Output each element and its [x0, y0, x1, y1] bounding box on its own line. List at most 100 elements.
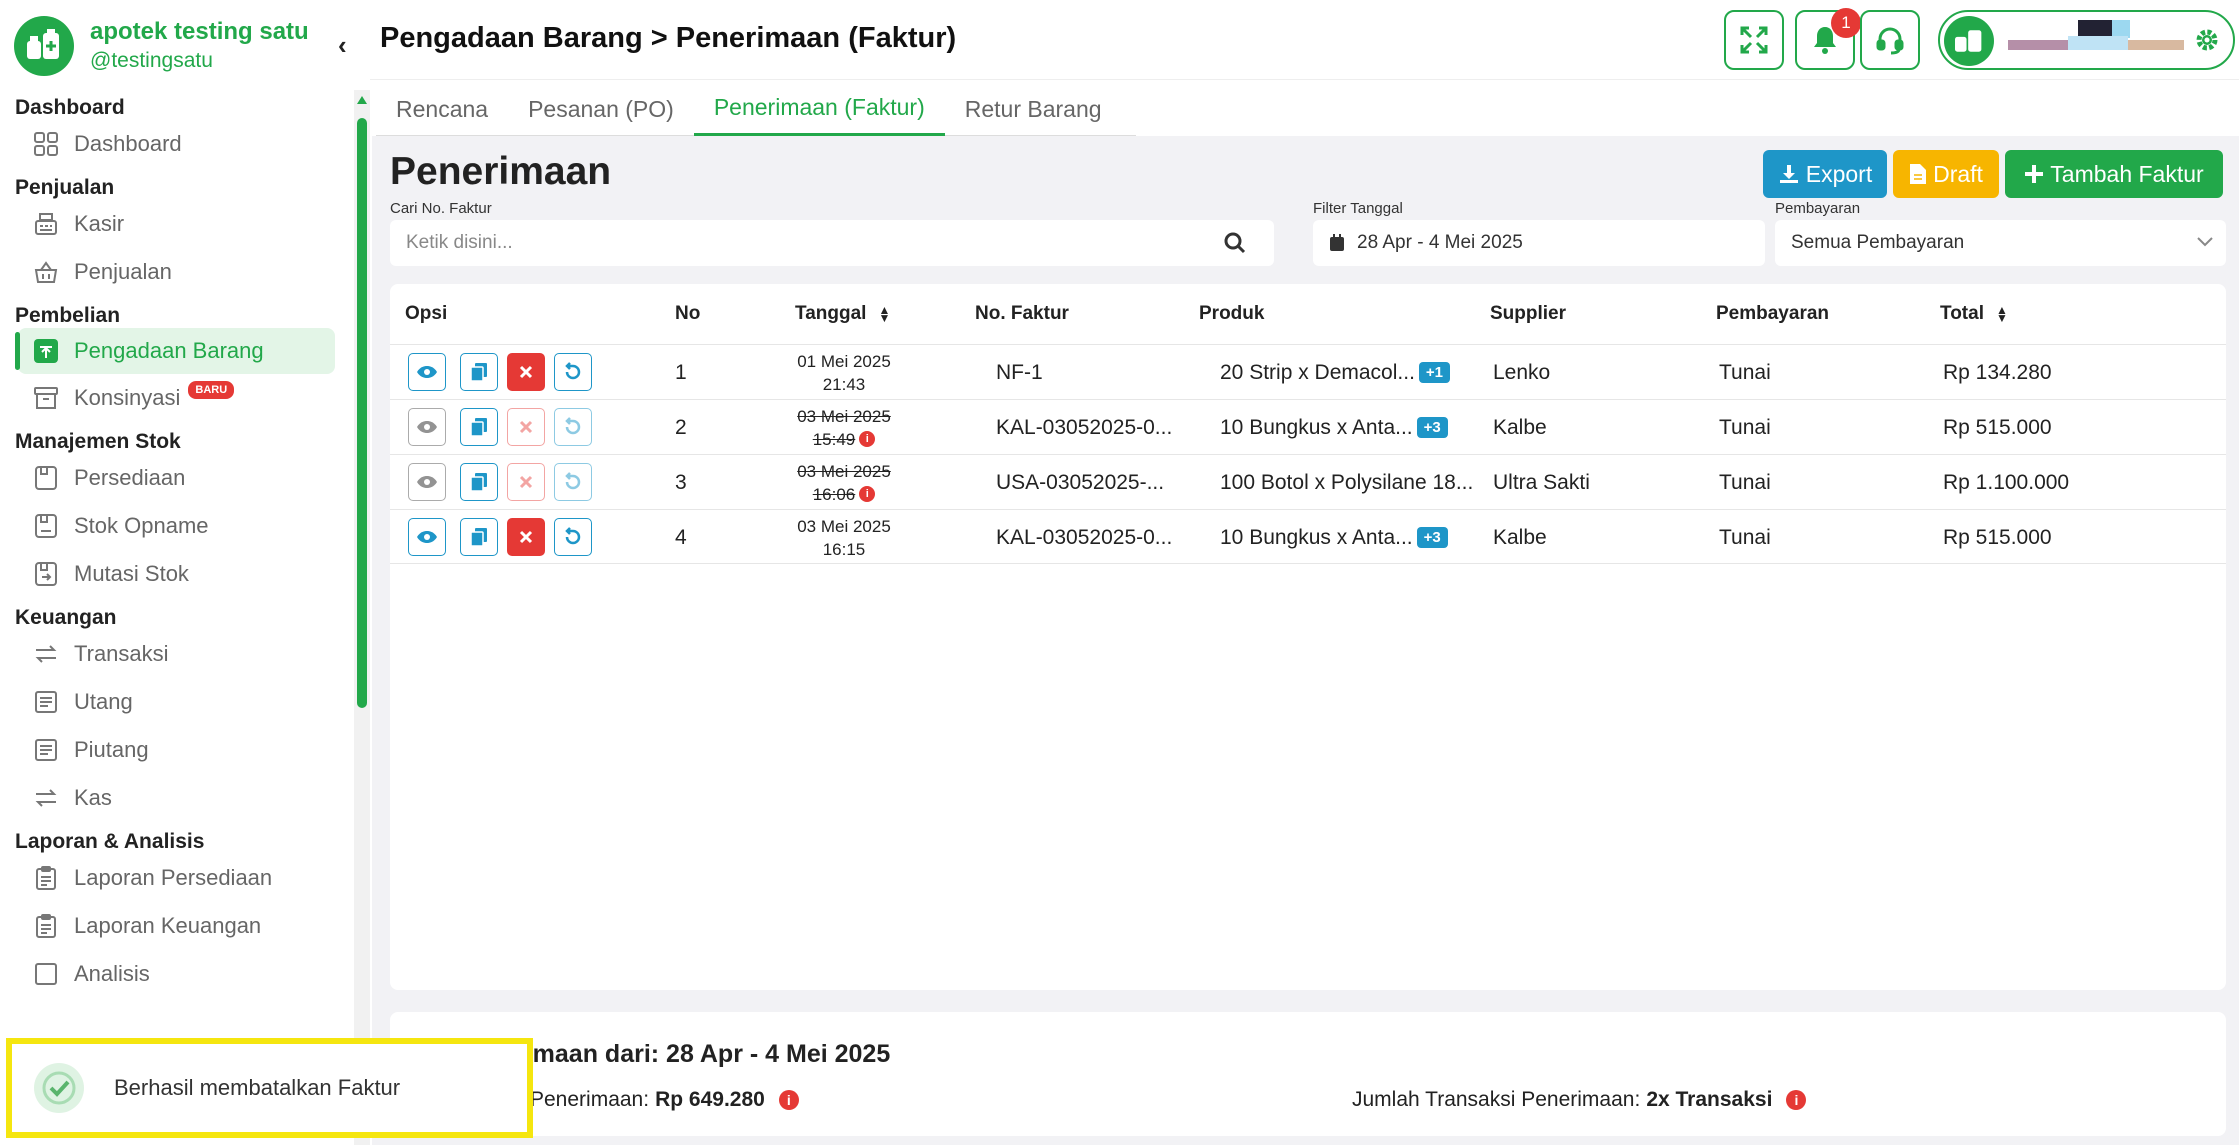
sidebar-item-transaksi[interactable]: Transaksi	[0, 630, 340, 678]
sidebar-section-penjualan: Penjualan	[15, 176, 115, 199]
archive-icon	[32, 384, 60, 412]
sidebar-item-kas[interactable]: Kas	[0, 774, 340, 822]
summary-count-value: 2x Transaksi	[1646, 1088, 1773, 1111]
summary-title: rimaan dari: 28 Apr - 4 Mei 2025	[516, 1040, 891, 1068]
sidebar-item-persediaan[interactable]: Persediaan	[0, 454, 340, 502]
more-products-badge[interactable]: +3	[1416, 417, 1448, 438]
collapse-sidebar-chevron-icon[interactable]: ‹	[338, 30, 347, 61]
search-input[interactable]: Ketik disini...	[390, 220, 1274, 266]
col-header-total[interactable]: Total ▲ ▼	[1940, 284, 2008, 344]
view-button[interactable]	[408, 518, 446, 556]
payment-filter-select[interactable]: Semua Pembayaran	[1775, 220, 2226, 266]
view-button[interactable]	[408, 408, 446, 446]
tab-pesanan-po[interactable]: Pesanan (PO)	[508, 82, 694, 136]
notifications-button[interactable]: 1	[1795, 8, 1861, 70]
sidebar-item-pengadaan-barang[interactable]: Pengadaan Barang	[15, 328, 335, 374]
sidebar-item-dashboard[interactable]: Dashboard	[0, 120, 340, 168]
sidebar-item-laporan-keuangan[interactable]: Laporan Keuangan	[0, 902, 340, 950]
copy-button[interactable]	[460, 518, 498, 556]
sidebar-scrollbar[interactable]	[354, 90, 370, 1145]
sidebar-item-utang[interactable]: Utang	[0, 678, 340, 726]
view-button[interactable]	[408, 463, 446, 501]
return-button[interactable]	[554, 353, 592, 391]
view-button[interactable]	[408, 353, 446, 391]
sidebar-item-label: Konsinyasi	[74, 385, 181, 410]
sidebar-section-manajemen-stok: Manajemen Stok	[15, 430, 181, 453]
copy-button[interactable]	[460, 408, 498, 446]
tab-rencana[interactable]: Rencana	[376, 82, 508, 136]
time-text: 21:43	[822, 374, 866, 394]
calendar-icon	[1330, 234, 1344, 251]
time-text: 16:06	[812, 484, 856, 504]
col-header-tanggal-label: Tanggal	[795, 303, 867, 324]
sidebar-item-laporan-persediaan[interactable]: Laporan Persediaan	[0, 854, 340, 902]
cell-no: 2	[675, 415, 687, 439]
scrollbar-thumb[interactable]	[357, 118, 367, 708]
sidebar-item-stok-opname[interactable]: Stok Opname	[0, 502, 340, 550]
sidebar-item-kasir[interactable]: Kasir	[0, 200, 340, 248]
scroll-up-arrow-icon[interactable]	[357, 96, 367, 104]
tab-retur-barang[interactable]: Retur Barang	[945, 82, 1122, 136]
pharmacy-logo-icon	[14, 16, 74, 76]
sidebar-section-pembelian: Pembelian	[15, 304, 121, 327]
sidebar-item-analisis[interactable]: Analisis	[0, 950, 340, 998]
product-text: 20 Strip x Demacol...	[1220, 360, 1415, 384]
sidebar-item-mutasi-stok[interactable]: Mutasi Stok	[0, 550, 340, 598]
copy-button[interactable]	[460, 353, 498, 391]
copy-icon	[471, 418, 487, 436]
col-header-tanggal[interactable]: Tanggal ▲ ▼	[795, 284, 890, 344]
info-icon[interactable]: i	[859, 486, 876, 502]
table-row: 3 03 Mei 2025 16:06 i USA-03052025-... 100…	[390, 454, 2226, 509]
info-icon[interactable]: i	[1786, 1090, 1807, 1110]
cell-product: 20 Strip x Demacol... +1	[1220, 345, 1451, 400]
payment-filter-label: Pembayaran	[1775, 200, 1861, 217]
eye-icon	[417, 476, 437, 488]
export-button[interactable]: Export	[1763, 150, 1887, 198]
product-text: 10 Bungkus x Anta...	[1220, 525, 1413, 549]
top-header: Pengadaan Barang > Penerimaan (Faktur) 1	[370, 0, 2239, 80]
cell-supplier: Ultra Sakti	[1493, 470, 1590, 494]
copy-icon	[471, 528, 487, 546]
support-button[interactable]	[1860, 10, 1920, 70]
tab-penerimaan-faktur[interactable]: Penerimaan (Faktur)	[693, 82, 945, 136]
sidebar-item-label: Analisis	[74, 961, 150, 986]
add-invoice-button[interactable]: Tambah Faktur	[2005, 150, 2223, 198]
sidebar-item-label: Kas	[74, 785, 112, 810]
sidebar-item-piutang[interactable]: Piutang	[0, 726, 340, 774]
gear-icon[interactable]	[2195, 28, 2219, 52]
return-button-disabled	[554, 408, 592, 446]
tab-bar: Rencana Pesanan (PO) Penerimaan (Faktur)…	[376, 82, 1136, 136]
copy-button[interactable]	[460, 463, 498, 501]
eye-icon	[417, 531, 437, 543]
more-products-badge[interactable]: +3	[1416, 527, 1448, 548]
search-icon[interactable]	[1224, 232, 1246, 254]
breadcrumb: Pengadaan Barang > Penerimaan (Faktur)	[380, 22, 957, 54]
product-text: 100 Botol x Polysilane 18...	[1220, 470, 1474, 494]
undo-icon	[565, 472, 581, 490]
info-icon[interactable]: i	[778, 1090, 799, 1110]
cell-total: Rp 515.000	[1943, 525, 2052, 549]
cell-payment: Tunai	[1719, 415, 1771, 439]
more-products-badge[interactable]: +1	[1418, 362, 1451, 383]
table-row: 1 01 Mei 2025 21:43 NF-1 20 Strip x Demac…	[390, 344, 2226, 399]
sidebar-item-label: Dashboard	[74, 131, 182, 156]
fullscreen-button[interactable]	[1724, 10, 1784, 70]
info-icon[interactable]: i	[859, 431, 876, 447]
sidebar: apotek testing satu @testingsatu ‹ Dashb…	[0, 0, 352, 1145]
sidebar-item-label: Kasir	[74, 211, 125, 236]
date-filter-field[interactable]: 28 Apr - 4 Mei 2025	[1313, 220, 1765, 266]
return-button-disabled	[554, 463, 592, 501]
sidebar-item-penjualan[interactable]: Penjualan	[0, 248, 340, 296]
sidebar-item-konsinyasi[interactable]: Konsinyasi BARU	[0, 374, 340, 422]
cancel-invoice-button[interactable]	[507, 353, 545, 391]
profile-menu[interactable]	[1938, 10, 2235, 70]
return-button[interactable]	[554, 518, 592, 556]
summary-total: Penerimaan: Rp 649.280 i	[530, 1088, 799, 1112]
draft-button[interactable]: Draft	[1893, 150, 1999, 198]
sort-icon: ▲ ▼	[878, 303, 891, 325]
cancel-invoice-button[interactable]	[507, 518, 545, 556]
cell-no: 3	[675, 470, 687, 494]
cell-payment: Tunai	[1719, 360, 1771, 384]
check-circle-icon	[34, 1063, 84, 1113]
close-icon	[519, 365, 533, 379]
